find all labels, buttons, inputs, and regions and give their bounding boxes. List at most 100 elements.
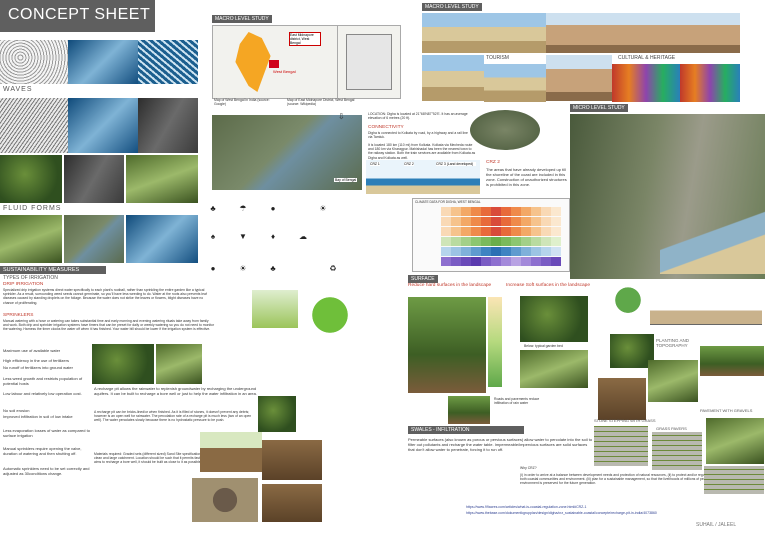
crz2-label: CRZ 2: [404, 162, 414, 166]
culture-image-1: [546, 13, 612, 53]
crz1-label: CRZ 1: [370, 162, 380, 166]
climate-cell: [501, 247, 511, 256]
hard-surfaces-image: [408, 297, 486, 393]
climate-cell: [521, 247, 531, 256]
bay-label: Bay of Bengal: [334, 178, 358, 182]
climate-cell: [481, 237, 491, 246]
climate-cell: [521, 207, 531, 216]
culture-image-3: [680, 13, 740, 53]
connectivity-title: CONNECTIVITY: [368, 125, 404, 130]
climate-cell: [471, 237, 481, 246]
connectivity-text: Digha is connected to Kolkata by road, b…: [368, 131, 468, 140]
sun-icon: ☀: [319, 204, 327, 213]
micro-satellite-image: [570, 114, 765, 279]
tree-icon: ♣: [210, 204, 216, 213]
tree-icon-2: ♣: [270, 264, 276, 273]
climate-cell: [461, 227, 471, 236]
terrace-image: [598, 378, 646, 420]
fluid-aerial-image: [0, 215, 62, 263]
climate-cell: [511, 257, 521, 266]
site-aerial-image: Bay of Bengal: [212, 115, 362, 190]
climate-cell: [451, 247, 461, 256]
irrigation-header: TYPES OF IRRIGATION: [3, 275, 58, 281]
sun-icon-2: ☀: [239, 264, 247, 273]
climate-cell: [511, 207, 521, 216]
tourism-image-2: [484, 13, 546, 53]
climate-cell: [541, 227, 551, 236]
compare-10: Automatic sprinklers need to be set corr…: [3, 466, 90, 476]
climate-table: CLIMATE DATA FOR DIGHA, WEST BENGAL: [412, 198, 570, 272]
climate-cell: [541, 247, 551, 256]
sprinkler-image: [156, 344, 202, 384]
hard-note-1: Roads and pavements reduce infiltration …: [494, 397, 540, 406]
garden-bed-image: [520, 350, 588, 388]
recharge-section-image: [200, 432, 262, 472]
climate-cell: [451, 217, 461, 226]
climate-cell: [441, 247, 451, 256]
climate-cell: [501, 217, 511, 226]
grass-pavers-image: [652, 432, 702, 470]
location-text: LOCATION: Digha is located at 21°68'N87°…: [368, 112, 468, 121]
culture-image-4: [546, 55, 612, 101]
climate-cell: [441, 237, 451, 246]
climate-cell: [511, 217, 521, 226]
macro2-header: MACRO LEVEL STUDY: [422, 3, 482, 11]
climate-cell: [501, 237, 511, 246]
tourism-image-3: [422, 55, 484, 101]
hard-surfaces-header: SURFACE: [408, 275, 438, 283]
climate-cell: [451, 257, 461, 266]
climate-cell: [481, 257, 491, 266]
stone-steps-label: STONE STEPPING WITH GRASS: [594, 418, 656, 423]
culture-label: CULTURAL & HERITAGE: [618, 55, 676, 61]
climate-cell: [471, 257, 481, 266]
why-crz: Why CRZ?: [520, 466, 537, 470]
drop-icon-2: ●: [210, 264, 216, 273]
swales-header: SWALES - INFILTRATION: [408, 426, 524, 434]
soft-caption: Below: typical garden bed: [524, 344, 563, 348]
climate-cell: [531, 257, 541, 266]
fluid-forms-label: FLUID FORMS: [3, 205, 62, 212]
compare-4: Less weed growth and restricts populatio…: [3, 376, 83, 386]
title-bar: CONCEPT SHEET: [0, 0, 155, 32]
water-drop-icon: ●: [270, 204, 276, 213]
link-1[interactable]: https://www.99acres.com/articles/what-is…: [466, 505, 586, 509]
crz-diagram: CRZ 1 CRZ 2 CRZ 3 (Land developed): [366, 160, 480, 194]
planting-image-2: [700, 346, 764, 376]
climate-cell: [521, 237, 531, 246]
district-map: [337, 25, 401, 99]
sprinkler-text: Manual watering with a hose or watering …: [3, 319, 215, 332]
climate-cell: [511, 237, 521, 246]
west-bengal-highlight: [269, 60, 279, 68]
softscape-title: Increase Soft surfaces in the landscape: [506, 283, 590, 288]
compare-1: Maximum use of available water: [3, 348, 61, 353]
wave-pattern-image: [0, 40, 68, 84]
map-caption-left: Map of West Bengal in India (source: Goo…: [214, 98, 270, 107]
recharge-text-2: A recharge pit can be bricks-lined/or wh…: [94, 410, 252, 423]
fluid-garden-image: [0, 155, 62, 203]
fluid-pool-image: [126, 215, 198, 263]
east-mid-label: East Midnapore district, West Bengal: [289, 32, 321, 46]
climate-cell: [481, 247, 491, 256]
climate-cell: [531, 227, 541, 236]
well-image: [192, 478, 258, 522]
sustainability-header: SUSTAINABILITY MEASURES: [0, 266, 106, 274]
rain-icon: ☂: [239, 204, 247, 213]
climate-title: CLIMATE DATA FOR DIGHA, WEST BENGAL: [415, 200, 481, 204]
recharge-pit-image: [258, 396, 296, 432]
crz-text: The areas that have already developed up…: [486, 167, 567, 187]
link-2[interactable]: https://www.thebase.com/dokumentkgruppla…: [466, 511, 657, 515]
gravel-image-2: [704, 466, 764, 494]
map-caption-right: Map of East Midnapore District, West Ben…: [287, 98, 355, 107]
climate-cell: [471, 227, 481, 236]
hard-surfaces-title: Reduce hard surfaces in the landscape: [408, 283, 492, 288]
compare-8: Less evaporation losses of water as comp…: [3, 428, 90, 438]
stone-steps-image: [594, 426, 648, 466]
surface-chart: [488, 297, 502, 387]
climate-cell: [541, 217, 551, 226]
climate-cell: [441, 217, 451, 226]
climate-cell: [461, 257, 471, 266]
page-title: CONCEPT SHEET: [8, 6, 151, 23]
climate-cell: [501, 257, 511, 266]
globe-concept-image: [300, 290, 360, 340]
grass-pavers-label: GRASS PAVERS: [656, 426, 687, 431]
